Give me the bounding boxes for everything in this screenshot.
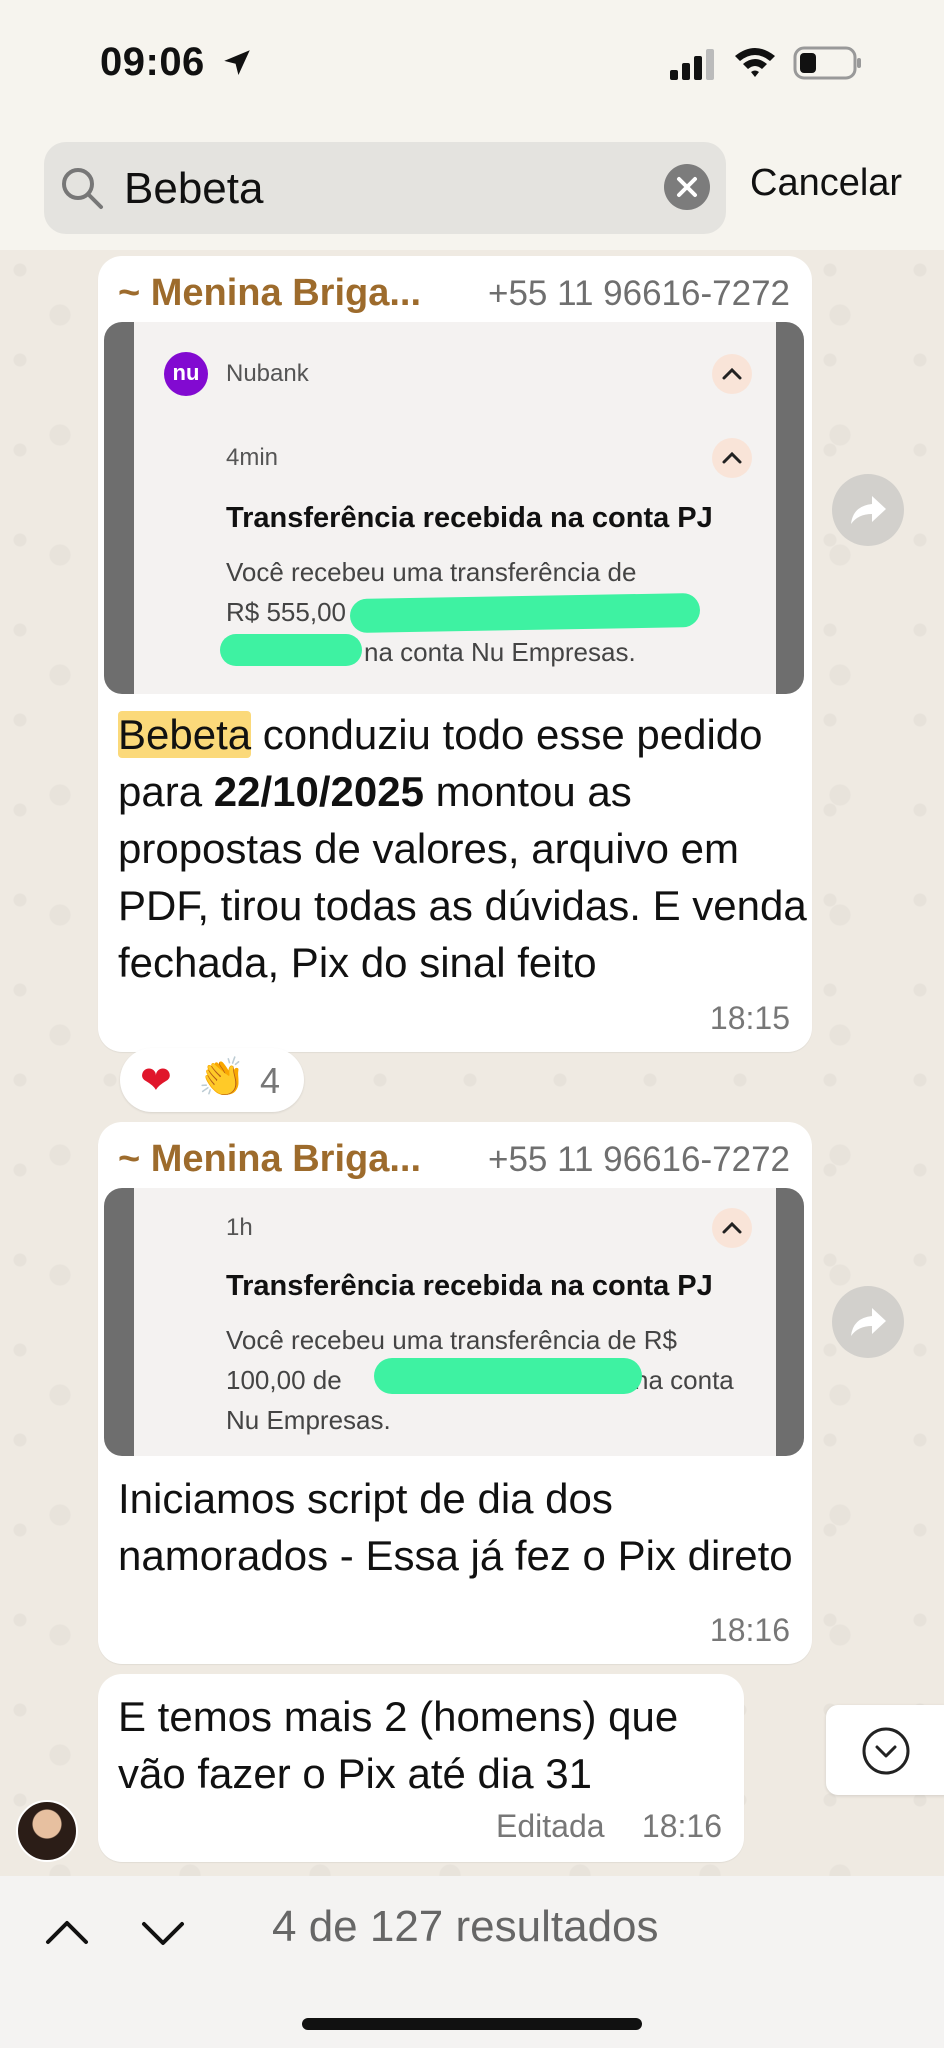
sender-phone: +55 11 96616-7272 bbox=[488, 1140, 790, 1179]
chevron-up-icon bbox=[712, 438, 752, 478]
message-text-bold: 22/10/2025 bbox=[213, 768, 424, 815]
message-bubble[interactable]: E temos mais 2 (homens) que vão fazer o … bbox=[98, 1674, 744, 1862]
message-time: 18:16 bbox=[641, 1808, 722, 1844]
cancel-button[interactable]: Cancelar bbox=[750, 162, 902, 205]
clear-search-icon[interactable] bbox=[664, 164, 710, 210]
notification-body-line: Nu Empresas. bbox=[226, 1405, 391, 1435]
message-time: 18:16 bbox=[709, 1612, 790, 1648]
message-text: Iniciamos script de dia dos namorados - … bbox=[118, 1475, 793, 1579]
cellular-signal-icon bbox=[670, 49, 714, 80]
sender-name[interactable]: ~ Menina Briga... bbox=[118, 272, 421, 315]
notification-body-part: 100,00 de bbox=[226, 1365, 342, 1395]
forward-button[interactable] bbox=[832, 474, 904, 546]
notification-age: 4min bbox=[226, 444, 279, 471]
chevron-up-icon bbox=[712, 354, 752, 394]
message-bubble[interactable]: ~ Menina Briga... +55 11 96616-7272 nu N… bbox=[98, 256, 812, 1052]
sender-row: ~ Menina Briga... +55 11 96616-7272 bbox=[118, 1138, 792, 1182]
notification-title: Transferência recebida na conta PJ bbox=[226, 1270, 713, 1302]
search-results-bar: 4 de 127 resultados bbox=[0, 1876, 944, 2048]
battery-icon bbox=[793, 46, 861, 80]
forward-arrow-icon bbox=[851, 496, 886, 524]
home-indicator[interactable] bbox=[302, 2018, 642, 2030]
image-attachment[interactable]: 1h Transferência recebida na conta PJ Vo… bbox=[104, 1188, 804, 1456]
notification-app-name: Nubank bbox=[226, 360, 309, 387]
redaction-mark bbox=[374, 1358, 642, 1394]
sender-row: ~ Menina Briga... +55 11 96616-7272 bbox=[118, 272, 792, 316]
previous-result-button[interactable] bbox=[40, 1906, 94, 1960]
notification-card: 1h Transferência recebida na conta PJ Vo… bbox=[134, 1188, 776, 1456]
message-text: E temos mais 2 (homens) que vão fazer o … bbox=[118, 1693, 679, 1797]
search-match-highlight: Bebeta bbox=[118, 711, 252, 758]
nubank-logo-icon: nu bbox=[164, 352, 208, 396]
search-value: Bebeta bbox=[124, 164, 264, 213]
wifi-icon bbox=[735, 48, 775, 77]
avatar[interactable] bbox=[16, 1800, 78, 1862]
notification-age: 1h bbox=[226, 1214, 253, 1241]
notification-body-part: na conta bbox=[634, 1365, 734, 1395]
clapping-hands-reaction-icon: 👏 bbox=[198, 1057, 246, 1099]
notification-title: Transferência recebida na conta PJ bbox=[226, 502, 713, 534]
notification-body-line: Você recebeu uma transferência de R$ bbox=[226, 1325, 677, 1355]
chevron-up-icon bbox=[712, 1208, 752, 1248]
redaction-mark bbox=[349, 592, 701, 634]
message-text: Bebeta conduziu todo esse pedido para 22… bbox=[118, 706, 808, 991]
redaction-mark bbox=[220, 634, 362, 666]
forward-button[interactable] bbox=[832, 1286, 904, 1358]
message-time: 18:15 bbox=[709, 1000, 790, 1036]
search-icon bbox=[62, 168, 103, 209]
edited-label: Editada bbox=[496, 1808, 605, 1844]
sender-phone: +55 11 96616-7272 bbox=[488, 274, 790, 313]
reaction-count: 4 bbox=[260, 1060, 281, 1101]
status-bar: 09:06 bbox=[0, 0, 944, 130]
result-count: 4 de 127 resultados bbox=[272, 1902, 659, 1951]
scroll-to-bottom-button[interactable] bbox=[826, 1705, 944, 1795]
location-arrow-icon bbox=[224, 50, 250, 76]
message-bubble[interactable]: ~ Menina Briga... +55 11 96616-7272 1h T… bbox=[98, 1122, 812, 1664]
heart-reaction-icon: ❤ bbox=[140, 1060, 172, 1102]
search-header: Bebeta Cancelar bbox=[0, 130, 944, 250]
image-attachment[interactable]: nu Nubank 4min Transferência recebida na… bbox=[104, 322, 804, 694]
sender-name[interactable]: ~ Menina Briga... bbox=[118, 1138, 421, 1181]
search-input[interactable]: Bebeta bbox=[44, 142, 726, 234]
next-result-button[interactable] bbox=[136, 1906, 190, 1960]
status-time: 09:06 bbox=[100, 40, 205, 84]
notification-card: nu Nubank 4min Transferência recebida na… bbox=[134, 322, 776, 694]
notification-body-line: Você recebeu uma transferência de bbox=[226, 557, 637, 587]
chevron-down-circle-icon bbox=[862, 1727, 910, 1775]
reactions-pill[interactable]: ❤ 👏 4 bbox=[120, 1048, 304, 1112]
forward-arrow-icon bbox=[851, 1308, 886, 1336]
